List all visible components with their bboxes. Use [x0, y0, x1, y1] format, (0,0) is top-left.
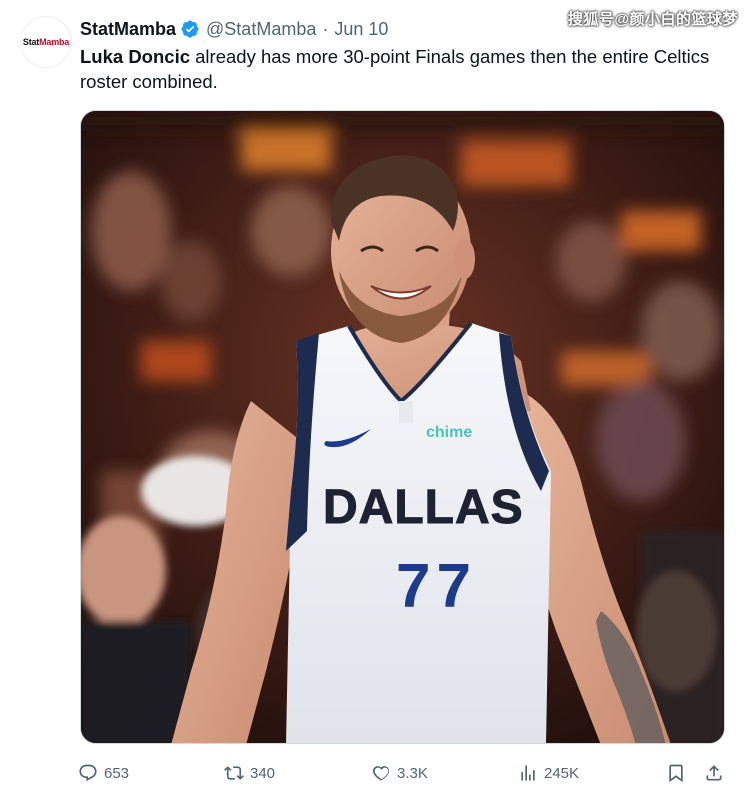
- author-handle[interactable]: @StatMamba: [206, 19, 316, 40]
- tweet-header: StatMamba @StatMamba · Jun 10: [80, 16, 388, 42]
- views-button[interactable]: 245K: [518, 758, 579, 788]
- author-name[interactable]: StatMamba: [80, 19, 176, 40]
- share-button[interactable]: [704, 758, 724, 788]
- avatar-logo: StatMamba: [22, 37, 70, 47]
- jersey-sponsor: chime: [426, 424, 472, 441]
- reply-icon: [79, 764, 97, 782]
- share-icon: [706, 765, 722, 781]
- views-count: 245K: [544, 764, 580, 782]
- like-button[interactable]: 3.3K: [371, 758, 428, 788]
- like-count: 3.3K: [397, 764, 428, 782]
- like-icon: [372, 766, 390, 781]
- views-icon: [521, 765, 535, 781]
- reply-count: 653: [104, 764, 130, 782]
- verified-badge-icon: [181, 20, 199, 38]
- tweet-actions: 653 340 3.3K 245K: [78, 758, 728, 788]
- bookmark-icon: [669, 764, 683, 783]
- tweet-text: Luka Doncic already has more 30-point Fi…: [80, 44, 720, 94]
- retweet-count: 340: [250, 764, 276, 782]
- photo-player-smiling: chime DALLAS 77: [81, 111, 724, 743]
- tweet-date[interactable]: Jun 10: [334, 19, 388, 40]
- retweet-button[interactable]: 340: [224, 758, 275, 788]
- tweet-card: StatMamba StatMamba @StatMamba · Jun 10 …: [0, 0, 750, 799]
- bookmark-button[interactable]: [666, 758, 686, 788]
- watermark-text: 搜狐号@颜小白的篮球梦: [567, 11, 738, 28]
- tweet-mention: Luka Doncic: [80, 46, 190, 67]
- author-avatar[interactable]: StatMamba: [20, 16, 72, 68]
- jersey-team: DALLAS: [323, 481, 524, 534]
- jersey-number: 77: [396, 552, 477, 621]
- reply-button[interactable]: 653: [78, 758, 129, 788]
- tweet-photo[interactable]: chime DALLAS 77: [80, 110, 725, 744]
- header-separator: ·: [322, 18, 329, 39]
- retweet-icon: [224, 766, 244, 780]
